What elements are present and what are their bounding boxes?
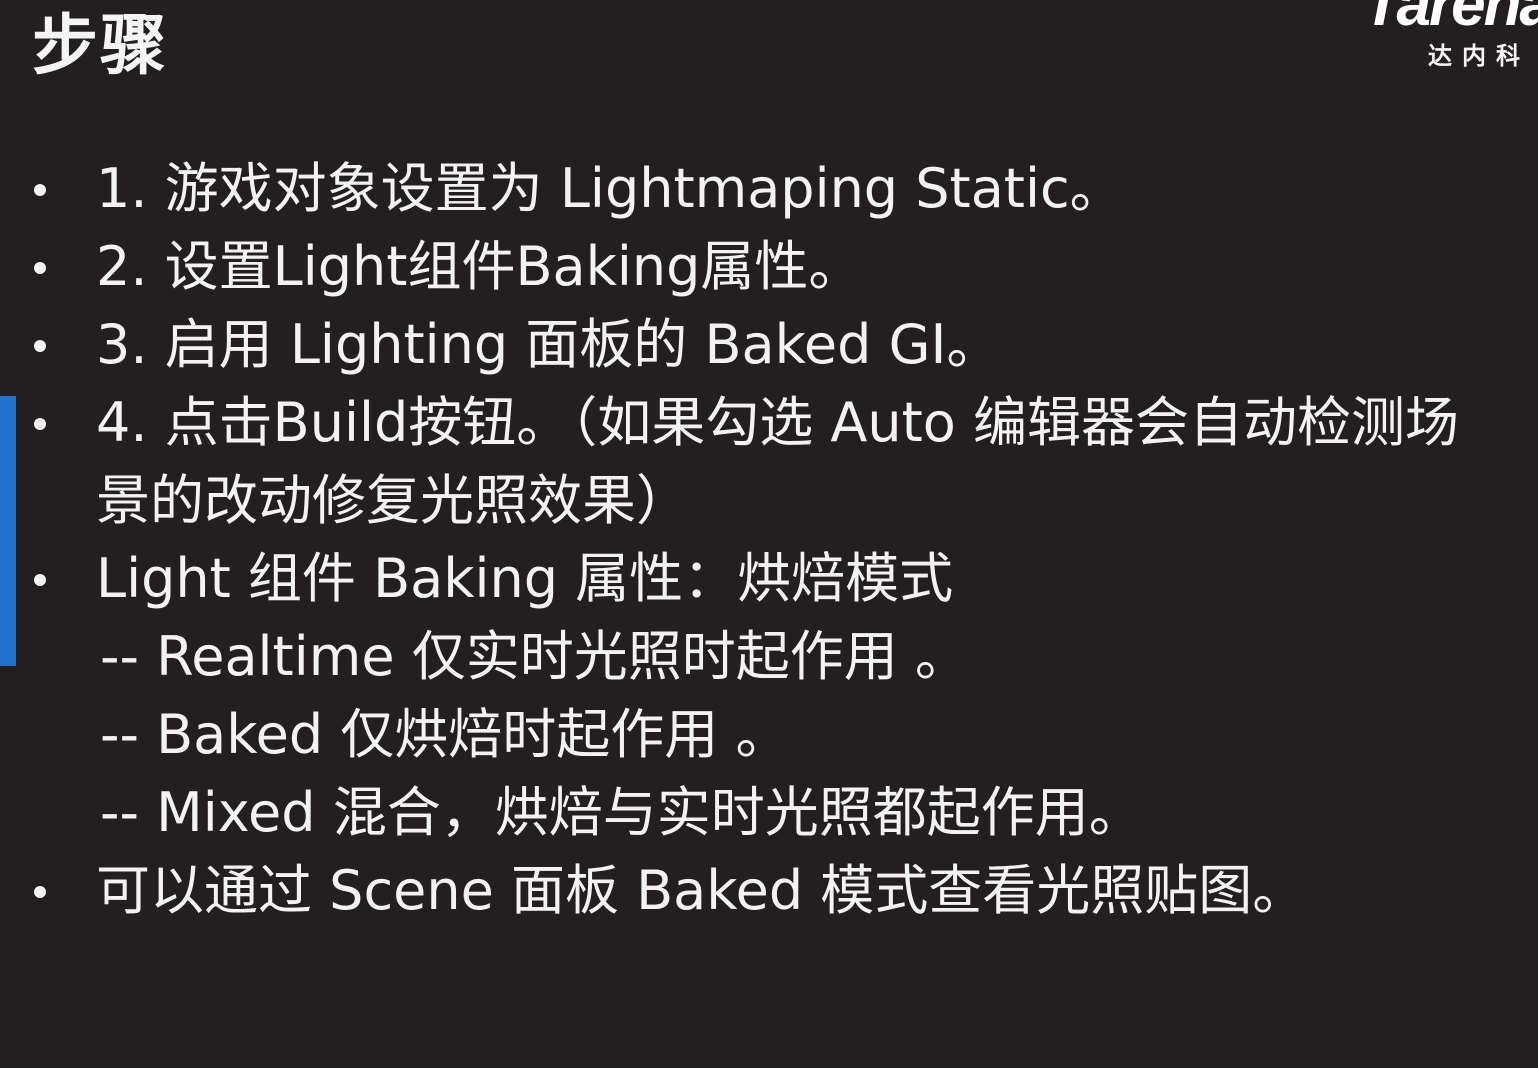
bullet-item-2: 2. 设置Light组件Baking属性。 xyxy=(0,228,1538,306)
bullet-item-3: 3. 启用 Lighting 面板的 Baked GI。 xyxy=(0,306,1538,384)
sub-item-text: -- Realtime 仅实时光照时起作用 。 xyxy=(100,625,969,688)
bullet-dot-icon xyxy=(34,340,46,352)
bullet-list: 1. 游戏对象设置为 Lightmaping Static。 2. 设置Ligh… xyxy=(0,150,1538,930)
bullet-item-5: Light 组件 Baking 属性：烘焙模式 xyxy=(0,540,1538,618)
bullet-dot-icon xyxy=(34,418,46,430)
bullet-item-6: 可以通过 Scene 面板 Baked 模式查看光照贴图。 xyxy=(0,852,1538,930)
bullet-text: 4. 点击Build按钮。（如果勾选 Auto 编辑器会自动检测场 xyxy=(96,391,1459,454)
bullet-dot-icon xyxy=(34,262,46,274)
bullet-item-4: 4. 点击Build按钮。（如果勾选 Auto 编辑器会自动检测场 景的改动修复… xyxy=(0,384,1538,540)
bullet-dot-icon xyxy=(34,886,46,898)
bullet-dot-icon xyxy=(34,184,46,196)
slide: 步骤 Tarena 达内科 1. 游戏对象设置为 Lightmaping Sta… xyxy=(0,0,1538,1068)
brand-logo: Tarena 达内科 xyxy=(1288,0,1538,74)
bullet-text: 1. 游戏对象设置为 Lightmaping Static。 xyxy=(96,157,1124,220)
sub-item-baked: -- Baked 仅烘焙时起作用 。 xyxy=(0,696,1538,774)
bullet-dot-icon xyxy=(34,574,46,586)
bullet-text: 可以通过 Scene 面板 Baked 模式查看光照贴图。 xyxy=(96,859,1307,922)
sub-item-text: -- Mixed 混合，烘焙与实时光照都起作用。 xyxy=(100,781,1143,844)
sub-item-realtime: -- Realtime 仅实时光照时起作用 。 xyxy=(0,618,1538,696)
bullet-text: 3. 启用 Lighting 面板的 Baked GI。 xyxy=(96,313,1001,376)
bullet-item-1: 1. 游戏对象设置为 Lightmaping Static。 xyxy=(0,150,1538,228)
logo-subtitle: 达内科 xyxy=(1428,42,1530,70)
bullet-text-continuation: 景的改动修复光照效果） xyxy=(96,469,690,532)
sub-item-text: -- Baked 仅烘焙时起作用 。 xyxy=(100,703,790,766)
slide-title: 步骤 xyxy=(32,7,168,84)
bullet-text: Light 组件 Baking 属性：烘焙模式 xyxy=(96,547,954,610)
bullet-text: 2. 设置Light组件Baking属性。 xyxy=(96,235,863,298)
logo-wordmark: Tarena xyxy=(1362,0,1538,39)
sub-item-mixed: -- Mixed 混合，烘焙与实时光照都起作用。 xyxy=(0,774,1538,852)
